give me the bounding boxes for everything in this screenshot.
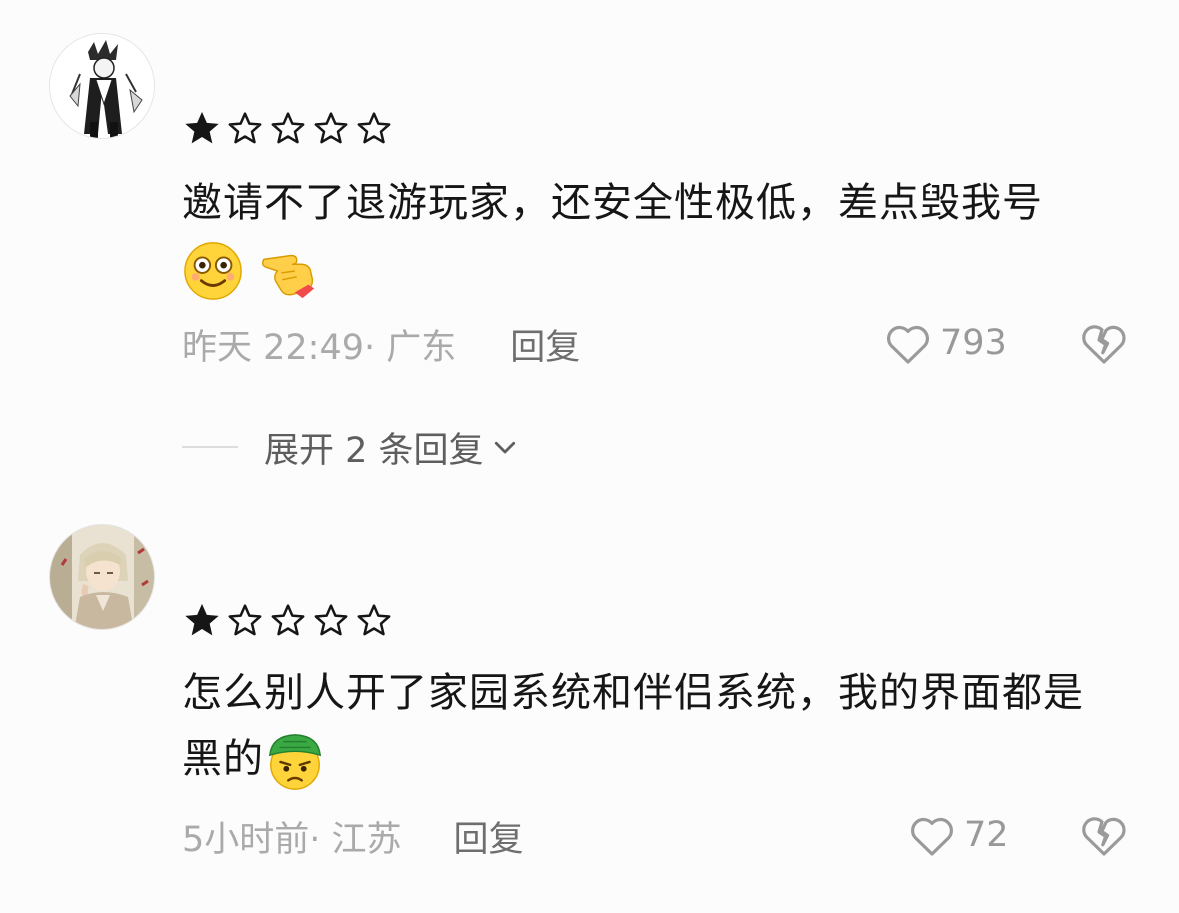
star-empty-icon [357,112,391,144]
expand-replies-row: 展开 2 条回复 [182,422,520,473]
reply-button[interactable]: 回复 [454,811,524,862]
reply-button[interactable]: 回复 [510,319,580,370]
heart-outline-icon [911,817,953,856]
comment-text: 邀请不了退游玩家，还安全性极低，差点毁我号 [182,170,1122,302]
comment-location: · 江苏 [309,819,402,860]
green-hat-angry-face-icon [268,734,322,790]
anime-character-avatar-image [50,525,154,629]
star-empty-icon [228,112,262,144]
comment-meta: 昨天 22:49 · 广东 回复 [182,322,580,368]
smiling-face-icon [184,242,242,300]
comment-text: 怎么别人开了家园系统和伴侣系统，我的界面都是黑的 [182,660,1122,792]
comment-text-content: 邀请不了退游玩家，还安全性极低，差点毁我号 [182,180,1043,226]
pointing-hand-icon [261,254,314,299]
star-empty-icon [314,112,348,144]
expand-replies-button[interactable]: 展开 2 条回复 [264,422,520,473]
dislike-button[interactable] [1080,320,1128,368]
comment-meta: 5小时前 · 江苏 回复 [182,814,524,860]
comment-time: 昨天 22:49 [182,327,364,368]
star-empty-icon [228,604,262,636]
avatar[interactable] [49,524,155,630]
star-filled-icon [185,111,219,144]
like-count: 72 [964,815,1009,855]
broken-heart-icon [1082,817,1126,856]
like-button[interactable]: 793 [884,318,1007,368]
comment-time: 5小时前 [182,819,310,860]
star-empty-icon [271,604,305,636]
like-count: 793 [940,323,1007,363]
comment-item: 邀请不了退游玩家，还安全性极低，差点毁我号 昨天 22:49 · 广东 回复 7… [0,0,1179,471]
star-rating [182,108,394,148]
avatar[interactable] [49,33,155,139]
star-empty-icon [357,604,391,636]
expand-replies-label: 展开 2 条回复 [264,430,484,471]
comment-item: 怎么别人开了家园系统和伴侣系统，我的界面都是黑的 5小时前 · 江苏 回复 72 [0,500,1179,913]
comment-location: · 广东 [364,327,457,368]
divider-line [182,446,238,448]
star-empty-icon [271,112,305,144]
dislike-button[interactable] [1080,812,1128,860]
star-empty-icon [314,604,348,636]
heart-outline-icon [887,325,929,364]
like-button[interactable]: 72 [908,810,1009,860]
anime-sketch-avatar-image [50,34,154,138]
star-filled-icon [185,603,219,636]
chevron-down-icon [494,441,515,454]
star-rating [182,600,394,640]
broken-heart-icon [1082,325,1126,364]
